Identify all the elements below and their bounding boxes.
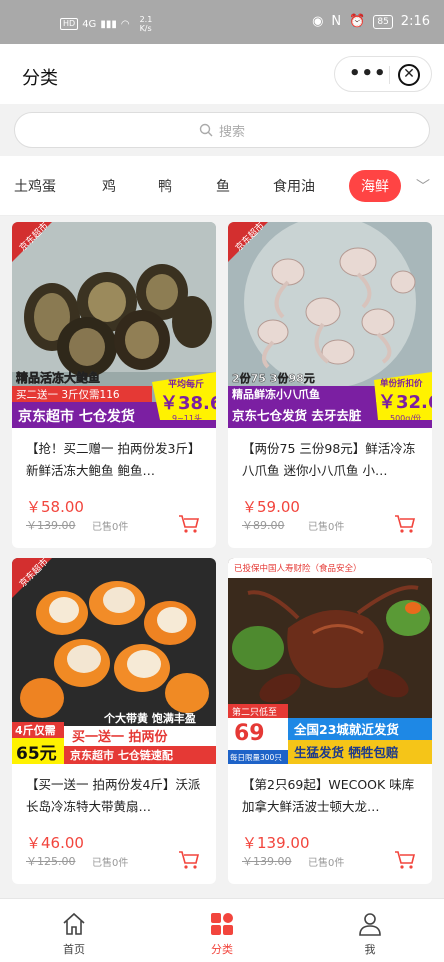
net-speed: 2.1 K/s xyxy=(140,15,153,33)
product-price: ￥46.00 xyxy=(26,834,84,852)
search-placeholder: 搜索 xyxy=(218,124,245,140)
product-card[interactable]: 京东超市 2份75 3份98元 精品鲜冻小八爪鱼 京东七仓发货 去牙去脏 单份折… xyxy=(228,222,432,548)
price-tag: 4斤仅需 xyxy=(15,723,56,737)
banner-text: 京东七仓发货 去牙去脏 xyxy=(232,408,362,423)
nav-me[interactable]: 我 xyxy=(340,911,400,957)
status-right: ◉ N ⏰ 85 2:16 xyxy=(312,14,430,29)
product-name: 【第2只69起】WECOOK 味库加拿大鲜活波士顿大龙… xyxy=(242,777,415,814)
product-image: 已投保中国人寿财险（食品安全） 第二只低至 69 每日限量300只 全国23城就… xyxy=(228,558,432,764)
network-label: 4G xyxy=(82,18,97,30)
nav-category[interactable]: 分类 xyxy=(192,911,252,957)
lobster-image: 已投保中国人寿财险（食品安全） 第二只低至 69 每日限量300只 全国23城就… xyxy=(228,558,432,764)
cart-icon[interactable] xyxy=(394,850,416,870)
search-bar-area: 搜索 xyxy=(0,104,444,156)
status-left: HD 4G ▮▮▮ ◠ 2.1 K/s xyxy=(60,15,152,33)
product-original-price: ￥139.00 xyxy=(242,855,292,868)
price-tag: 单份折扣价 xyxy=(380,378,423,389)
product-price: ￥58.00 xyxy=(26,498,84,516)
product-sold-count: 已售0件 xyxy=(308,522,345,533)
tab-seafood[interactable]: 海鲜 xyxy=(349,170,401,202)
product-image: 京东超市 2份75 3份98元 精品鲜冻小八爪鱼 京东七仓发货 去牙去脏 单份折… xyxy=(228,222,432,428)
tab-chicken[interactable]: 鸡 xyxy=(102,176,116,196)
product-sold-count: 已售0件 xyxy=(308,858,345,869)
signal-icon: ▮▮▮ xyxy=(100,18,117,30)
net-speed-unit: K/s xyxy=(139,24,152,33)
bottom-nav: 首页 分类 我 xyxy=(0,898,444,962)
promo-price: ￥32.6 xyxy=(378,392,432,413)
nav-label: 我 xyxy=(364,943,376,956)
tab-duck[interactable]: 鸭 xyxy=(158,176,172,196)
banner-text: 2份75 3份98元 xyxy=(232,371,315,385)
octopus-image: 京东超市 2份75 3份98元 精品鲜冻小八爪鱼 京东七仓发货 去牙去脏 单份折… xyxy=(228,222,432,428)
alarm-icon: ⏰ xyxy=(349,14,366,29)
capsule-divider xyxy=(389,66,390,84)
nfc-icon: N xyxy=(331,14,342,29)
banner-text: 精品鲜冻小八爪鱼 xyxy=(232,387,320,401)
promo-price: ￥38.6 xyxy=(160,393,216,414)
tab-eggs[interactable]: 土鸡蛋 xyxy=(14,176,56,196)
product-card[interactable]: 已投保中国人寿财险（食品安全） 第二只低至 69 每日限量300只 全国23城就… xyxy=(228,558,432,884)
hd-badge: HD xyxy=(60,18,79,30)
banner-text: 买二送一 3斤仅需116 xyxy=(16,388,120,401)
banner-text: 买一送一 拍两份 xyxy=(72,729,169,745)
eye-icon: ◉ xyxy=(312,14,324,29)
scallop-image: 个大带黄 饱满丰盈 买一送一 拍两份 京东超市 七仓链速配 4斤仅需 65元 京… xyxy=(12,558,216,764)
product-price: ￥59.00 xyxy=(242,498,300,516)
category-tabs: 土鸡蛋 鸡 鸭 鱼 食用油 海鲜 ﹀ xyxy=(0,156,444,216)
nav-home[interactable]: 首页 xyxy=(44,911,104,957)
product-price: ￥139.00 xyxy=(242,834,310,852)
product-name: 【买一送一 拍两份发4斤】沃派 长岛冷冻特大带黄扇… xyxy=(26,777,201,814)
more-dots-icon[interactable]: ••• xyxy=(349,63,387,84)
product-name: 【抢！买二赠一 拍两份发3斤】新鲜活冻大鲍鱼 鲍鱼… xyxy=(26,441,201,478)
banner-text: 京东超市 七仓发货 xyxy=(18,408,135,425)
price-tag: 平均每斤 xyxy=(168,378,204,390)
abalone-image: 京东超市 精品活冻大鲍鱼 买二送一 3斤仅需116 京东超市 七仓发货 平均每斤… xyxy=(12,222,216,428)
daily-limit: 每日限量300只 xyxy=(230,752,282,762)
product-image: 个大带黄 饱满丰盈 买一送一 拍两份 京东超市 七仓链速配 4斤仅需 65元 京… xyxy=(12,558,216,764)
banner-text: 全国23城就近发货 xyxy=(293,722,399,737)
mini-program-capsule: ••• ✕ xyxy=(334,56,432,92)
promo-price: 69 xyxy=(234,721,265,746)
banner-text: 京东超市 七仓链速配 xyxy=(70,748,173,762)
product-card[interactable]: 个大带黄 饱满丰盈 买一送一 拍两份 京东超市 七仓链速配 4斤仅需 65元 京… xyxy=(12,558,216,884)
app-header: 分类 ••• ✕ xyxy=(0,44,444,104)
tab-cooking-oil[interactable]: 食用油 xyxy=(273,176,315,196)
product-sold-count: 已售0件 xyxy=(92,522,129,533)
user-icon xyxy=(359,913,381,936)
nav-label: 分类 xyxy=(211,943,233,956)
status-bar: HD 4G ▮▮▮ ◠ 2.1 K/s ◉ N ⏰ 85 2:16 xyxy=(0,0,444,44)
page-title: 分类 xyxy=(22,68,58,89)
category-icon xyxy=(211,913,233,935)
cart-icon[interactable] xyxy=(394,514,416,534)
product-sold-count: 已售0件 xyxy=(92,858,129,869)
close-circle-icon[interactable]: ✕ xyxy=(398,64,420,86)
promo-count: 9~11头 xyxy=(172,413,202,423)
product-card[interactable]: 京东超市 精品活冻大鲍鱼 买二送一 3斤仅需116 京东超市 七仓发货 平均每斤… xyxy=(12,222,216,548)
product-original-price: ￥89.00 xyxy=(242,519,285,532)
product-name: 【两份75 三份98元】鲜活冷冻八爪鱼 迷你小八爪鱼 小… xyxy=(242,441,416,478)
promo-price: 65元 xyxy=(16,744,57,764)
banner-text: 生猛发货 牺牲包赔 xyxy=(294,745,399,760)
cart-icon[interactable] xyxy=(178,514,200,534)
insurance-note: 已投保中国人寿财险（食品安全） xyxy=(234,563,362,574)
banner-text: 个大带黄 饱满丰盈 xyxy=(103,711,196,725)
product-original-price: ￥139.00 xyxy=(26,519,76,532)
home-icon xyxy=(63,912,85,935)
banner-text: 精品活冻大鲍鱼 xyxy=(16,370,100,385)
nav-label: 首页 xyxy=(63,943,85,956)
promo-count: 500g/份 xyxy=(390,413,421,423)
net-speed-value: 2.1 xyxy=(139,15,153,24)
chevron-down-icon[interactable]: ﹀ xyxy=(416,176,430,196)
wifi-icon: ◠ xyxy=(120,18,130,30)
clock: 2:16 xyxy=(400,14,430,29)
battery-indicator: 85 xyxy=(373,14,393,29)
product-original-price: ￥125.00 xyxy=(26,855,76,868)
search-icon xyxy=(199,123,213,137)
search-input[interactable]: 搜索 xyxy=(14,112,430,148)
cart-icon[interactable] xyxy=(178,850,200,870)
price-tag: 第二只低至 xyxy=(232,706,277,718)
tab-fish[interactable]: 鱼 xyxy=(216,176,230,196)
product-image: 京东超市 精品活冻大鲍鱼 买二送一 3斤仅需116 京东超市 七仓发货 平均每斤… xyxy=(12,222,216,428)
